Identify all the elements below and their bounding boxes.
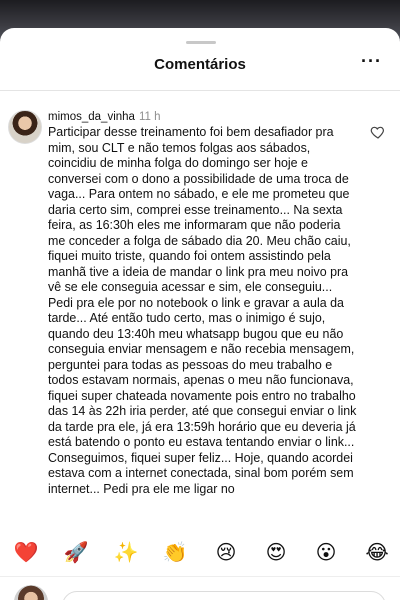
comment-composer [0, 576, 400, 600]
header-divider [0, 90, 400, 91]
tears-of-joy-icon[interactable]: 😂 [362, 537, 392, 567]
comment-username[interactable]: mimos_da_vinha [48, 111, 135, 123]
comments-sheet: Comentários ··· mimos_da_vinha 11 h Parti… [0, 28, 400, 600]
sheet-title: Comentários [154, 56, 246, 73]
sparkles-icon[interactable]: ✨ [111, 537, 141, 567]
heart-eyes-icon[interactable]: 😍 [261, 537, 291, 567]
comment-time: 11 h [138, 111, 161, 123]
astonished-face-icon[interactable]: 😮 [311, 537, 341, 567]
rocket-icon[interactable]: 🚀 [61, 537, 91, 567]
comment-input[interactable] [62, 591, 386, 600]
more-options-button[interactable]: ··· [361, 52, 382, 70]
drag-handle[interactable] [186, 41, 216, 44]
comment-text: Participar desse treinamento foi bem des… [48, 125, 357, 496]
like-heart-icon[interactable] [370, 124, 386, 140]
crying-face-icon[interactable]: 😢 [211, 537, 241, 567]
emoji-reaction-bar: ❤️ 🚀 ✨ 👏 😢 😍 😮 😂 [0, 537, 400, 571]
red-heart-icon[interactable]: ❤️ [11, 537, 41, 567]
comment-meta: mimos_da_vinha 11 h [48, 111, 160, 123]
clapping-hands-icon[interactable]: 👏 [160, 537, 190, 567]
current-user-avatar [14, 585, 48, 600]
avatar[interactable] [8, 110, 42, 144]
